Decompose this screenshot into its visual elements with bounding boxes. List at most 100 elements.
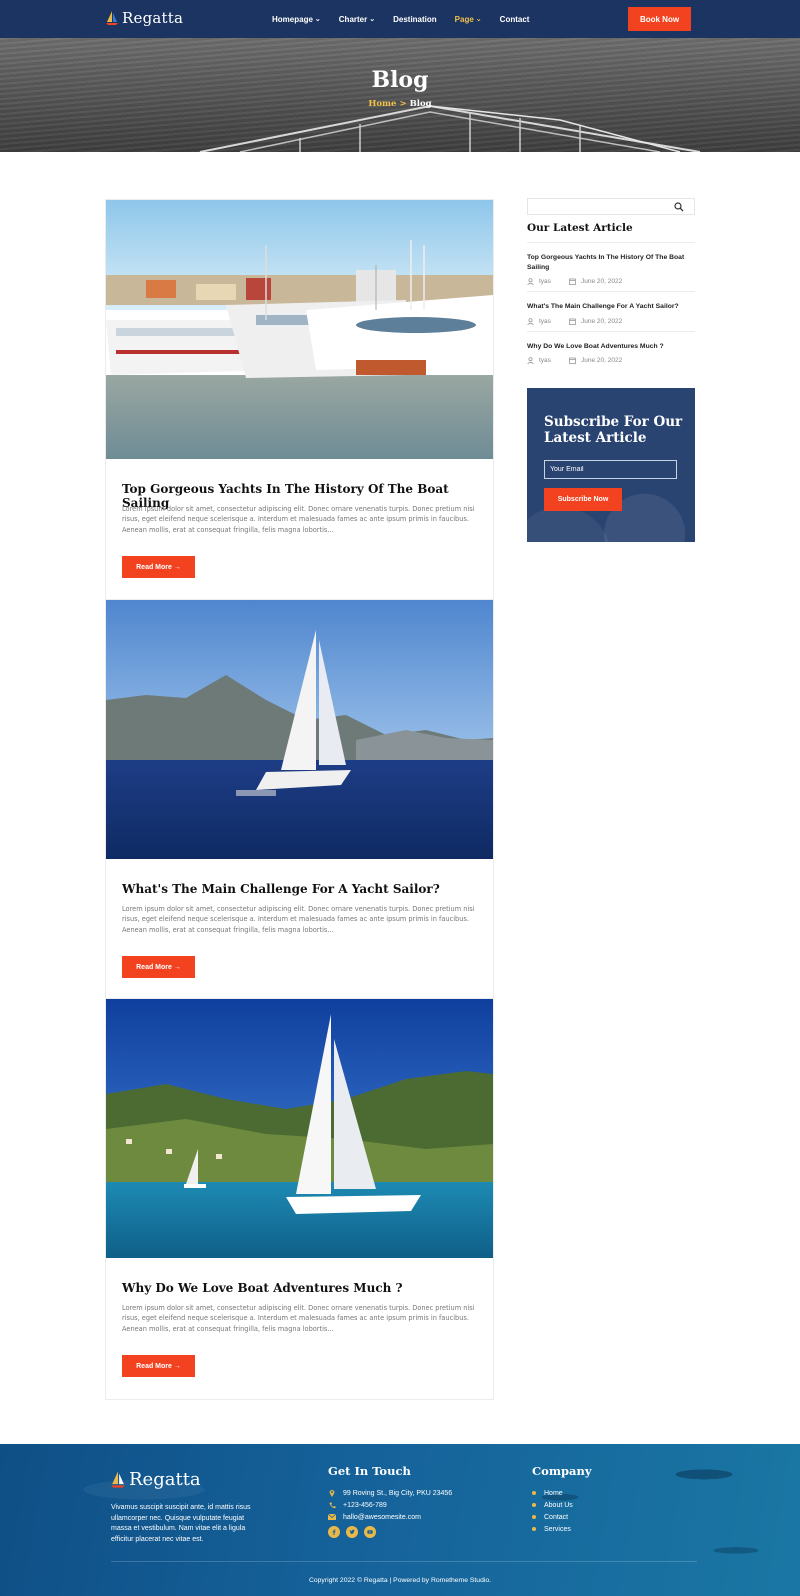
footer-link-home[interactable]: Home [532, 1487, 573, 1499]
article-date: June 20, 2022 [569, 278, 622, 285]
footer-link-label: Contact [544, 1513, 569, 1521]
post-excerpt: Lorem ipsum dolor sit amet, consectetur … [122, 505, 475, 534]
blog-post-card: Top Gorgeous Yachts In The History Of Th… [105, 199, 494, 601]
chevron-down-icon: ⌄ [314, 15, 321, 23]
footer-link-about-us[interactable]: About Us [532, 1499, 573, 1511]
date-text: June 20, 2022 [581, 357, 623, 364]
article-author: tyas [527, 357, 569, 364]
sailboat-mountains-illustration [106, 600, 493, 859]
nav-item-homepage[interactable]: Homepage ⌄ [272, 15, 321, 24]
article-meta: tyas June 20, 2022 [527, 357, 695, 364]
bullet-dot-icon [532, 1515, 536, 1519]
footer-link-services[interactable]: Services [532, 1523, 573, 1535]
page-title: Blog [371, 67, 429, 93]
social-links [328, 1526, 376, 1538]
user-icon [527, 317, 534, 325]
nav-item-destination[interactable]: Destination [393, 15, 437, 24]
read-more-button[interactable]: Read More → [122, 956, 195, 978]
post-title[interactable]: What's The Main Challenge For A Yacht Sa… [122, 882, 477, 896]
nav-item-contact[interactable]: Contact [500, 15, 530, 24]
envelope-icon [328, 1514, 336, 1520]
twitter-icon[interactable] [346, 1526, 358, 1538]
sailboat-logo-icon [106, 11, 118, 25]
subscribe-widget: Subscribe For Our Latest Article Subscri… [527, 388, 695, 542]
sailboat-island-illustration [106, 999, 493, 1258]
email-field[interactable] [544, 460, 677, 479]
bullet-dot-icon [532, 1491, 536, 1495]
date-text: June 20, 2022 [581, 317, 623, 325]
date-text: June 20, 2022 [581, 278, 623, 285]
nav-label: Contact [499, 14, 530, 24]
calendar-icon [569, 318, 576, 325]
sailboat-logo-icon [111, 1471, 125, 1488]
nav-item-charter[interactable]: Charter ⌄ [339, 15, 375, 24]
breadcrumb-home-link[interactable]: Home [368, 99, 396, 109]
phone-icon [328, 1502, 336, 1509]
contact-phone-text[interactable]: +123-456-789 [343, 1502, 387, 1509]
post-image-sailboat-island[interactable] [106, 999, 493, 1258]
footer-link-label: Services [544, 1525, 571, 1533]
contact-phone: +123-456-789 [328, 1499, 452, 1511]
latest-article-title[interactable]: Why Do We Love Boat Adventures Much ? [527, 342, 695, 352]
list-item: What's The Main Challenge For A Yacht Sa… [527, 291, 695, 331]
latest-article-title[interactable]: Top Gorgeous Yachts In The History Of Th… [527, 253, 695, 272]
chevron-down-icon: ⌄ [369, 15, 376, 23]
calendar-icon [569, 357, 576, 364]
post-excerpt: Lorem ipsum dolor sit amet, consectetur … [122, 1304, 475, 1333]
footer-company-links: Home About Us Contact Services [532, 1487, 573, 1535]
marina-yachts-illustration [106, 200, 493, 459]
contact-email: hallo@awesomesite.com [328, 1511, 452, 1523]
footer-brand-logo[interactable]: Regatta [111, 1469, 201, 1490]
latest-articles-list: Top Gorgeous Yachts In The History Of Th… [527, 242, 695, 370]
map-pin-icon [328, 1489, 336, 1497]
user-icon [527, 278, 534, 285]
blog-post-card: Why Do We Love Boat Adventures Much ? Lo… [105, 998, 494, 1400]
footer-link-contact[interactable]: Contact [532, 1511, 573, 1523]
site-footer: Regatta Vivamus suscipit suscipit ante, … [0, 1444, 800, 1596]
breadcrumb-current: Blog [409, 99, 432, 109]
search-input[interactable] [528, 199, 668, 214]
copyright-text: Copyright 2022 © Regatta | Powered by Ro… [308, 1577, 492, 1584]
contact-email-text[interactable]: hallo@awesomesite.com [343, 1514, 421, 1521]
footer-link-label: About Us [544, 1501, 573, 1509]
bullet-dot-icon [532, 1503, 536, 1507]
main-nav: Homepage ⌄ Charter ⌄ Destination Page ⌄ … [272, 0, 547, 38]
author-name: tyas [539, 278, 551, 285]
read-more-button[interactable]: Read More → [122, 556, 195, 578]
read-more-button[interactable]: Read More → [122, 1355, 195, 1377]
latest-article-title[interactable]: What's The Main Challenge For A Yacht Sa… [527, 302, 695, 312]
facebook-icon[interactable] [328, 1526, 340, 1538]
breadcrumb-separator: > [399, 99, 407, 109]
search-icon[interactable] [674, 202, 684, 212]
article-author: tyas [527, 318, 569, 325]
contact-address: 99 Roving St., Big City, PKU 23456 [328, 1487, 452, 1499]
calendar-icon [569, 278, 576, 285]
site-header: Regatta Homepage ⌄ Charter ⌄ Destination… [0, 0, 800, 38]
brand-logo[interactable]: Regatta [106, 9, 183, 27]
author-name: tyas [539, 357, 551, 364]
subscribe-button[interactable]: Subscribe Now [544, 488, 622, 511]
nav-label: Page [454, 14, 474, 24]
breadcrumb: Home > Blog [0, 99, 800, 109]
article-meta: tyas June 20, 2022 [527, 318, 695, 325]
contact-address-text: 99 Roving St., Big City, PKU 23456 [343, 1489, 453, 1497]
blog-post-card: What's The Main Challenge For A Yacht Sa… [105, 599, 494, 1001]
post-image-sailboat-mountains[interactable] [106, 600, 493, 859]
list-item: Why Do We Love Boat Adventures Much ? ty… [527, 330, 695, 371]
footer-link-label: Home [544, 1489, 563, 1497]
nav-item-page[interactable]: Page ⌄ [455, 15, 482, 24]
footer-contact-heading: Get In Touch [328, 1464, 411, 1478]
post-image-marina-yachts[interactable] [106, 200, 493, 459]
book-now-button[interactable]: Book Now [628, 7, 691, 31]
article-author: tyas [527, 278, 569, 285]
user-icon [527, 357, 534, 364]
post-title[interactable]: Why Do We Love Boat Adventures Much ? [122, 1281, 477, 1295]
footer-divider [111, 1561, 697, 1562]
article-date: June 20, 2022 [569, 357, 622, 364]
brand-name: Regatta [122, 9, 184, 27]
youtube-icon[interactable] [364, 1526, 376, 1538]
boat-bow-railing-image [199, 104, 701, 152]
page-hero: Blog Home > Blog [0, 38, 800, 152]
footer-about-text: Vivamus suscipit suscipit ante, id matti… [111, 1504, 251, 1543]
nav-label: Destination [393, 14, 437, 24]
